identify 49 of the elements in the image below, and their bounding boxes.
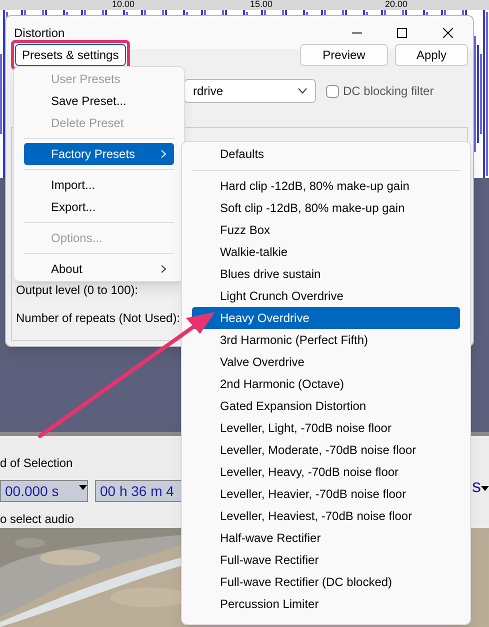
menu-item[interactable]: Soft clip -12dB, 80% make-up gain <box>192 197 460 219</box>
preview-button[interactable]: Preview <box>300 44 388 66</box>
checkbox[interactable] <box>326 84 339 98</box>
apply-button[interactable]: Apply <box>395 44 468 66</box>
distortion-type-dropdown[interactable]: rdrive <box>184 79 316 103</box>
menu-item[interactable]: Leveller, Light, -70dB noise floor <box>192 417 460 439</box>
status-text: o select audio <box>0 511 74 528</box>
menu-item[interactable]: Leveller, Moderate, -70dB noise floor <box>192 439 460 461</box>
close-icon[interactable] <box>443 28 453 38</box>
menu-item[interactable]: Factory Presets <box>24 143 174 165</box>
field-label: Number of repeats (Not Used): <box>16 310 180 327</box>
menu-item[interactable]: 3rd Harmonic (Perfect Fifth) <box>192 329 460 351</box>
ruler-label: 15.00 <box>250 0 273 9</box>
menu-item[interactable]: Heavy Overdrive <box>192 307 460 329</box>
menu-item[interactable]: Full-wave Rectifier <box>192 549 460 571</box>
maximize-icon[interactable] <box>397 28 407 38</box>
menu-item[interactable]: Import... <box>24 174 174 196</box>
menu-item[interactable]: Blues drive sustain <box>192 263 460 285</box>
chevron-right-icon <box>161 150 166 158</box>
menu-item[interactable]: Leveller, Heavier, -70dB noise floor <box>192 483 460 505</box>
menu-item[interactable]: Leveller, Heaviest, -70dB noise floor <box>192 505 460 527</box>
chevron-right-icon <box>161 265 166 273</box>
menu-item[interactable]: Fuzz Box <box>192 219 460 241</box>
menu-item[interactable]: Leveller, Heavy, -70dB noise floor <box>192 461 460 483</box>
menu-item[interactable]: Half-wave Rectifier <box>192 527 460 549</box>
menu-item[interactable]: Valve Overdrive <box>192 351 460 373</box>
window-title: Distortion <box>14 24 66 42</box>
menu-item[interactable]: Gated Expansion Distortion <box>192 395 460 417</box>
time-unit: s <box>472 475 481 498</box>
menu-item[interactable]: Light Crunch Overdrive <box>192 285 460 307</box>
menu-item[interactable]: Percussion Limiter <box>192 593 460 615</box>
menu-item[interactable]: Hard clip -12dB, 80% make-up gain <box>192 175 460 197</box>
chevron-down-icon <box>298 88 307 94</box>
dropdown-arrow-icon[interactable] <box>481 486 489 491</box>
menu-item[interactable]: 2nd Harmonic (Octave) <box>192 373 460 395</box>
menu-item[interactable]: Full-wave Rectifier (DC blocked) <box>192 571 460 593</box>
checkbox-label: DC blocking filter <box>343 83 434 100</box>
presets-settings-button[interactable]: Presets & settings <box>15 44 126 66</box>
start-time-field[interactable]: 00.000 s <box>0 480 88 502</box>
menu-item[interactable]: Export... <box>24 196 174 218</box>
field-label: Output level (0 to 100): <box>16 282 138 299</box>
menu-item[interactable]: Defaults <box>192 143 460 165</box>
menu-item[interactable]: About <box>24 258 174 280</box>
menu-item[interactable]: Save Preset... <box>24 90 174 112</box>
ruler-label: 10.00 <box>112 0 135 9</box>
selection-label: d of Selection <box>0 455 73 472</box>
ruler-label: 20.00 <box>385 0 408 9</box>
menu-item[interactable]: Walkie-talkie <box>192 241 460 263</box>
dropdown-arrow-icon[interactable] <box>79 485 87 490</box>
